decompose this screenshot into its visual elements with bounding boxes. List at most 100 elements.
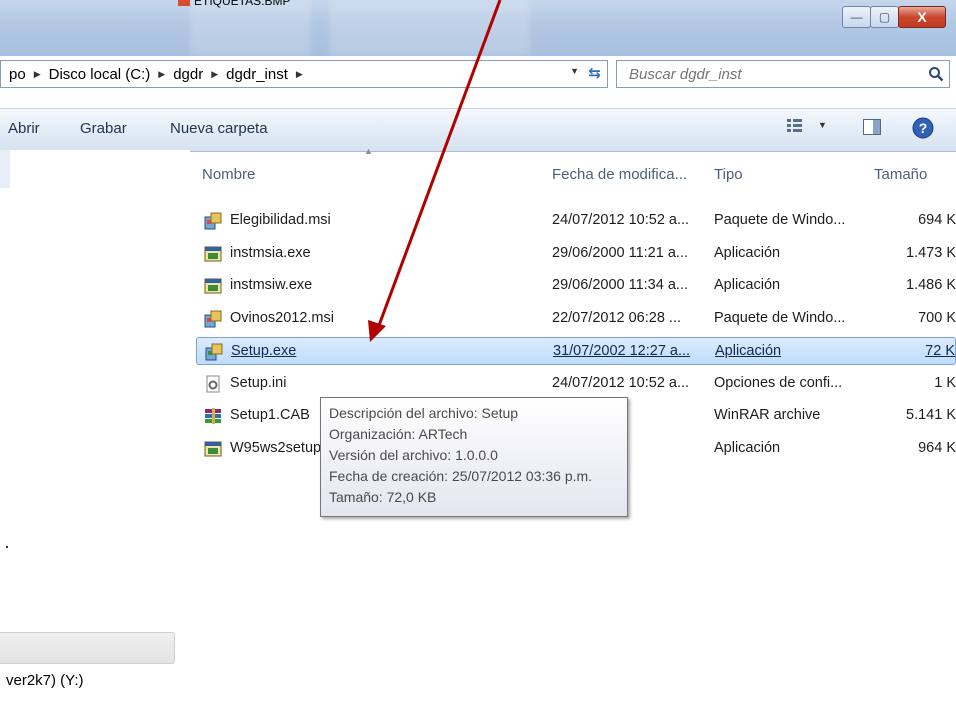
help-button[interactable]: ? [912,117,934,139]
background-file-name: ETIQUETAS.BMP [194,0,291,8]
msi-package-icon [203,309,223,329]
preview-pane-icon [863,119,881,135]
tooltip-version: Versión del archivo: 1.0.0.0 [329,447,498,463]
file-row-selected[interactable]: Setup.exe 31/07/2002 12:27 a... Aplicación… [196,337,956,365]
file-type: Aplicación [715,343,782,359]
file-size: 694 K [918,212,956,228]
file-size: 1.473 K [906,244,956,261]
close-button[interactable]: X [898,6,946,28]
nav-bullet [6,546,8,548]
address-bar[interactable]: po ▶ Disco local (C:) ▶ dgdr ▶ dgdr_inst… [0,60,608,88]
file-row[interactable]: instmsia.exe 29/06/2000 11:21 a... Aplicac… [196,240,956,268]
breadcrumb-computer[interactable]: po [9,66,26,83]
file-row[interactable]: Setup.ini 24/07/2012 10:52 a... Opciones d… [196,370,956,398]
chevron-down-icon: ▼ [818,120,827,130]
search-icon[interactable] [923,66,949,82]
search-input[interactable] [627,64,923,84]
breadcrumb-separator-icon[interactable]: ▶ [34,69,41,80]
window-controls: — ▢ X [842,6,946,28]
tooltip-organization: Organización: ARTech [329,426,468,442]
breadcrumb-label: Disco local (C:) [48,65,151,83]
setup-installer-icon [204,342,224,362]
nav-selected-item[interactable] [0,150,10,188]
file-row[interactable]: Elegibilidad.msi 24/07/2012 10:52 a... Paq… [196,207,956,235]
file-name: Setup.ini [230,374,287,391]
file-size: 1 K [934,374,956,391]
file-size: 700 K [918,309,956,326]
file-name: instmsia.exe [230,244,311,261]
file-modified: 29/06/2000 11:21 a... [552,244,688,261]
file-modified: 29/06/2000 11:34 a... [552,277,688,293]
exe-application-icon [203,439,223,459]
file-type: Aplicación [714,244,781,261]
file-row[interactable]: Ovinos2012.msi 22/07/2012 06:28 ... Paquet… [196,305,956,333]
file-size: 1.486 K [906,277,956,293]
preview-pane-button[interactable] [862,117,882,137]
file-type: Aplicación [714,439,781,456]
exe-application-icon [203,276,223,296]
file-name: Setup.exe [231,343,297,359]
tooltip-description: Descripción del archivo: Setup [329,405,519,421]
refresh-icon[interactable]: ⇆ [588,64,601,82]
navigation-pane [0,150,190,705]
file-size: 964 K [918,439,956,456]
minimize-button[interactable]: — [842,6,871,28]
file-modified: 31/07/2002 12:27 a... [553,343,691,359]
column-header-name[interactable]: Nombre [202,166,255,183]
address-history-dropdown-icon[interactable]: ▼ [570,66,579,76]
blurred-background [190,0,310,56]
file-info-tooltip: Descripción del archivo: Setup Organizac… [320,397,628,517]
file-modified: 24/07/2012 10:52 a... [552,212,690,228]
breadcrumb-label: dgdr [173,65,204,83]
window-titlebar: ETIQUETAS.BMP — ▢ X [0,0,956,56]
breadcrumb-separator-icon[interactable]: ▶ [211,69,218,80]
file-modified: 22/07/2012 06:28 ... [552,309,681,326]
ini-settings-icon [203,374,223,394]
breadcrumb-separator-icon[interactable]: ▶ [296,69,303,80]
file-type: Paquete de Windo... [714,309,846,326]
view-icon [787,119,802,132]
nav-item-network-drive[interactable]: ver2k7) (Y:) [6,672,84,689]
minimize-icon: — [850,10,863,24]
file-name: W95ws2setup [230,439,322,456]
bitmap-file-icon [178,0,190,6]
open-button[interactable]: Abrir [8,120,40,137]
close-icon: X [917,9,927,25]
new-folder-button[interactable]: Nueva carpeta [170,120,268,137]
nav-item-network[interactable] [0,632,175,664]
column-header-size[interactable]: Tamaño [874,166,927,183]
sort-ascending-icon: ▲ [364,146,373,156]
command-bar: Abrir Grabar Nueva carpeta ▼ ? [0,108,956,152]
file-type: Aplicación [714,277,781,293]
svg-text:?: ? [919,120,928,136]
breadcrumb-separator-icon[interactable]: ▶ [158,69,165,80]
file-modified: 24/07/2012 10:52 a... [552,374,690,391]
file-type: Opciones de confi... [714,374,843,391]
file-row[interactable]: instmsiw.exe 29/06/2000 11:34 a... Aplicac… [196,272,956,300]
breadcrumb-local-disk[interactable]: Disco local (C:) [49,66,151,83]
file-name: instmsiw.exe [230,277,313,293]
maximize-button[interactable]: ▢ [870,6,899,28]
address-row: po ▶ Disco local (C:) ▶ dgdr ▶ dgdr_inst… [0,60,956,90]
tooltip-created: Fecha de creación: 25/07/2012 03:36 p.m. [329,468,593,484]
blurred-background [330,0,530,56]
background-file-label: ETIQUETAS.BMP [178,0,290,8]
winrar-archive-icon [203,406,223,426]
breadcrumb-label: dgdr_inst [226,65,288,83]
view-options-button[interactable]: ▼ [786,117,827,133]
breadcrumb-dgdr-inst[interactable]: dgdr_inst [226,66,288,83]
burn-button[interactable]: Grabar [80,120,127,137]
file-type: WinRAR archive [714,407,821,423]
column-header-modified[interactable]: Fecha de modifica... [552,166,687,183]
file-name: Elegibilidad.msi [230,212,331,228]
search-box[interactable] [616,60,950,88]
tooltip-size: Tamaño: 72,0 KB [329,489,437,505]
cropped-left-text [0,62,8,92]
column-header-type[interactable]: Tipo [714,166,743,183]
maximize-icon: ▢ [878,10,891,24]
breadcrumb-label: po [9,65,26,83]
file-name: Ovinos2012.msi [230,309,334,326]
breadcrumb-dgdr[interactable]: dgdr [173,66,203,83]
file-name: Setup1.CAB [230,407,310,423]
help-icon: ? [912,117,934,139]
